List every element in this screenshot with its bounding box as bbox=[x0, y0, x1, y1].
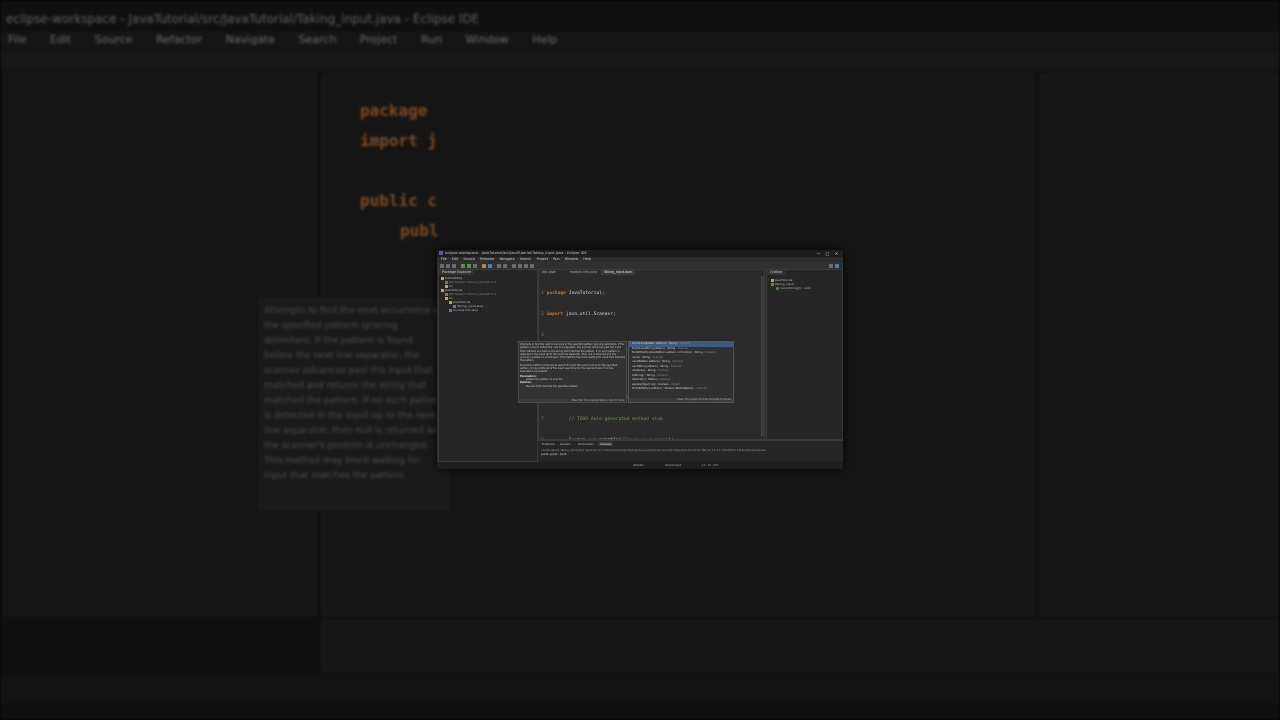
tree-item[interactable]: module-info.java bbox=[441, 308, 496, 312]
minimize-button[interactable]: — bbox=[814, 250, 823, 257]
console-panel: Problems Javadoc Declaration Console <te… bbox=[538, 440, 843, 463]
code-line: 2 import java.util.Scanner; bbox=[541, 312, 616, 317]
forward-icon[interactable] bbox=[530, 263, 534, 268]
bg-outline bbox=[1040, 74, 1278, 616]
bg-toolbar bbox=[0, 50, 1280, 70]
bg-menu-search: Search bbox=[298, 33, 337, 46]
bg-menu-refactor: Refactor bbox=[156, 33, 203, 46]
menu-window[interactable]: Window bbox=[565, 257, 578, 261]
tab-console[interactable]: Console bbox=[598, 442, 614, 446]
menu-project[interactable]: Project bbox=[537, 257, 549, 261]
code-line: 7 // TODO Auto-generated method stub bbox=[541, 417, 663, 422]
menu-search[interactable]: Search bbox=[520, 257, 532, 261]
menu-help[interactable]: Help bbox=[583, 257, 591, 261]
bg-menu-file: File bbox=[8, 33, 27, 46]
project-icon bbox=[441, 288, 444, 292]
package-explorer-tab[interactable]: Package Explorer bbox=[439, 270, 475, 275]
bg-code-line-4: publ bbox=[400, 221, 439, 240]
run-icon[interactable] bbox=[467, 263, 471, 268]
console-terminated-line: <terminated> Taking_input [Java Applicat… bbox=[541, 449, 766, 452]
assist-footer: Press 'Ctrl+Space' to show Template Prop… bbox=[629, 398, 733, 402]
bg-menubar: File Edit Source Refactor Navigate Searc… bbox=[0, 32, 1280, 48]
bg-menu-navigate: Navigate bbox=[225, 33, 276, 46]
javadoc-returns: the text that matched the specified patt… bbox=[526, 384, 579, 388]
editor-tab-module-info[interactable]: module-info.java bbox=[567, 270, 600, 275]
bg-code: package import j public c publ bbox=[360, 96, 439, 246]
code-line: 1 package JavaTutorial; bbox=[541, 291, 605, 296]
eclipse-window: eclipse-workspace - JavaTutorial/src/Jav… bbox=[437, 250, 843, 469]
java-perspective-icon[interactable] bbox=[835, 263, 839, 268]
editor-scrollbar[interactable] bbox=[761, 276, 764, 436]
window-controls: — □ ✕ bbox=[814, 250, 841, 257]
outline-tab[interactable]: Outline bbox=[767, 270, 786, 275]
status-position: 11 : 27 : 257 bbox=[702, 464, 719, 467]
tab-problems[interactable]: Problems bbox=[540, 442, 557, 446]
bg-javadoc: Attempts to find the next occurrence of … bbox=[258, 298, 450, 510]
javadoc-returns-label: Returns: bbox=[520, 381, 532, 385]
perspective-icon[interactable] bbox=[829, 263, 833, 268]
external-tools-icon[interactable] bbox=[473, 263, 477, 268]
javadoc-paragraph-1: Attempts to find the next occurrence of … bbox=[520, 343, 625, 363]
bg-menu-project: Project bbox=[359, 33, 398, 46]
search-icon[interactable] bbox=[503, 263, 507, 268]
bg-code-line-3: public c bbox=[360, 191, 438, 210]
java-file-icon bbox=[449, 308, 452, 312]
eclipse-logo-icon bbox=[439, 251, 443, 255]
bg-title: eclipse-workspace - JavaTutorial/src/Jav… bbox=[6, 12, 480, 26]
bg-statusbar bbox=[0, 676, 1280, 702]
javadoc-paragraph-2: Since this method continues to search th… bbox=[520, 363, 618, 374]
folder-icon bbox=[445, 296, 448, 300]
new-package-icon[interactable] bbox=[482, 263, 486, 268]
project-icon bbox=[441, 276, 444, 280]
bg-code-line-2: import j bbox=[360, 131, 438, 150]
back-icon[interactable] bbox=[524, 263, 528, 268]
window-title: eclipse-workspace - JavaTutorial/src/Jav… bbox=[445, 251, 587, 255]
status-writable: Writable bbox=[633, 464, 644, 467]
tab-declaration[interactable]: Declaration bbox=[576, 442, 596, 446]
new-class-icon[interactable] bbox=[488, 263, 492, 268]
menu-edit[interactable]: Edit bbox=[452, 257, 459, 261]
menu-file[interactable]: File bbox=[441, 257, 447, 261]
new-icon[interactable] bbox=[440, 263, 444, 268]
code-line: 3 bbox=[541, 333, 544, 338]
outline-tree: JavaTutorial Taking_input main(String[])… bbox=[771, 278, 810, 290]
package-explorer-tree: Hello0000g JRE System Library [JavaSE-17… bbox=[441, 276, 496, 312]
outline-item[interactable]: main(String[]) : void bbox=[771, 286, 810, 290]
bg-menu-window: Window bbox=[465, 33, 509, 46]
bg-menu-run: Run bbox=[420, 33, 443, 46]
menu-refactor[interactable]: Refactor bbox=[480, 257, 494, 261]
menu-run[interactable]: Run bbox=[553, 257, 560, 261]
open-type-icon[interactable] bbox=[497, 263, 501, 268]
title-bar: eclipse-workspace - JavaTutorial/src/Jav… bbox=[437, 250, 843, 257]
close-button[interactable]: ✕ bbox=[832, 250, 841, 257]
menu-navigate[interactable]: Navigate bbox=[499, 257, 514, 261]
status-insert-mode: Smart Insert bbox=[665, 464, 682, 467]
bg-menu-source: Source bbox=[94, 33, 133, 46]
debug-icon[interactable] bbox=[461, 263, 465, 268]
editor-tab-abc[interactable]: abc.java bbox=[539, 270, 559, 275]
previous-annotation-icon[interactable] bbox=[518, 263, 522, 268]
save-icon[interactable] bbox=[446, 263, 450, 268]
print-icon[interactable] bbox=[452, 263, 456, 268]
package-icon bbox=[449, 300, 452, 304]
bg-menu-edit: Edit bbox=[49, 33, 72, 46]
class-icon bbox=[771, 282, 774, 286]
bg-menu-help: Help bbox=[532, 33, 558, 46]
outline-panel: Outline JavaTutorial Taking_input main(S… bbox=[766, 269, 843, 440]
editor-tab-taking-input[interactable]: Taking_input.java bbox=[601, 270, 635, 275]
bg-javadoc-text: Attempts to find the next occurrence of … bbox=[264, 306, 444, 481]
bg-console bbox=[322, 620, 1278, 672]
assist-item[interactable]: findAll(Pattern pattern) : Stream<MatchR… bbox=[629, 387, 733, 392]
bg-code-line-1: package bbox=[360, 101, 428, 120]
console-output-line: pubali gupta : Input bbox=[541, 453, 567, 456]
javadoc-popup[interactable]: Attempts to find the next occurrence of … bbox=[518, 341, 627, 403]
method-icon bbox=[776, 286, 779, 290]
maximize-button[interactable]: □ bbox=[823, 250, 832, 257]
javadoc-footer: Press 'Tab' from proposal table or click… bbox=[519, 398, 626, 402]
next-annotation-icon[interactable] bbox=[512, 263, 516, 268]
tab-javadoc[interactable]: Javadoc bbox=[558, 442, 573, 446]
status-bar: Writable Smart Insert 11 : 27 : 257 bbox=[437, 462, 843, 469]
content-assist-popup[interactable]: findInLine(Pattern pattern) : String - S… bbox=[628, 341, 734, 403]
menu-source[interactable]: Source bbox=[463, 257, 475, 261]
